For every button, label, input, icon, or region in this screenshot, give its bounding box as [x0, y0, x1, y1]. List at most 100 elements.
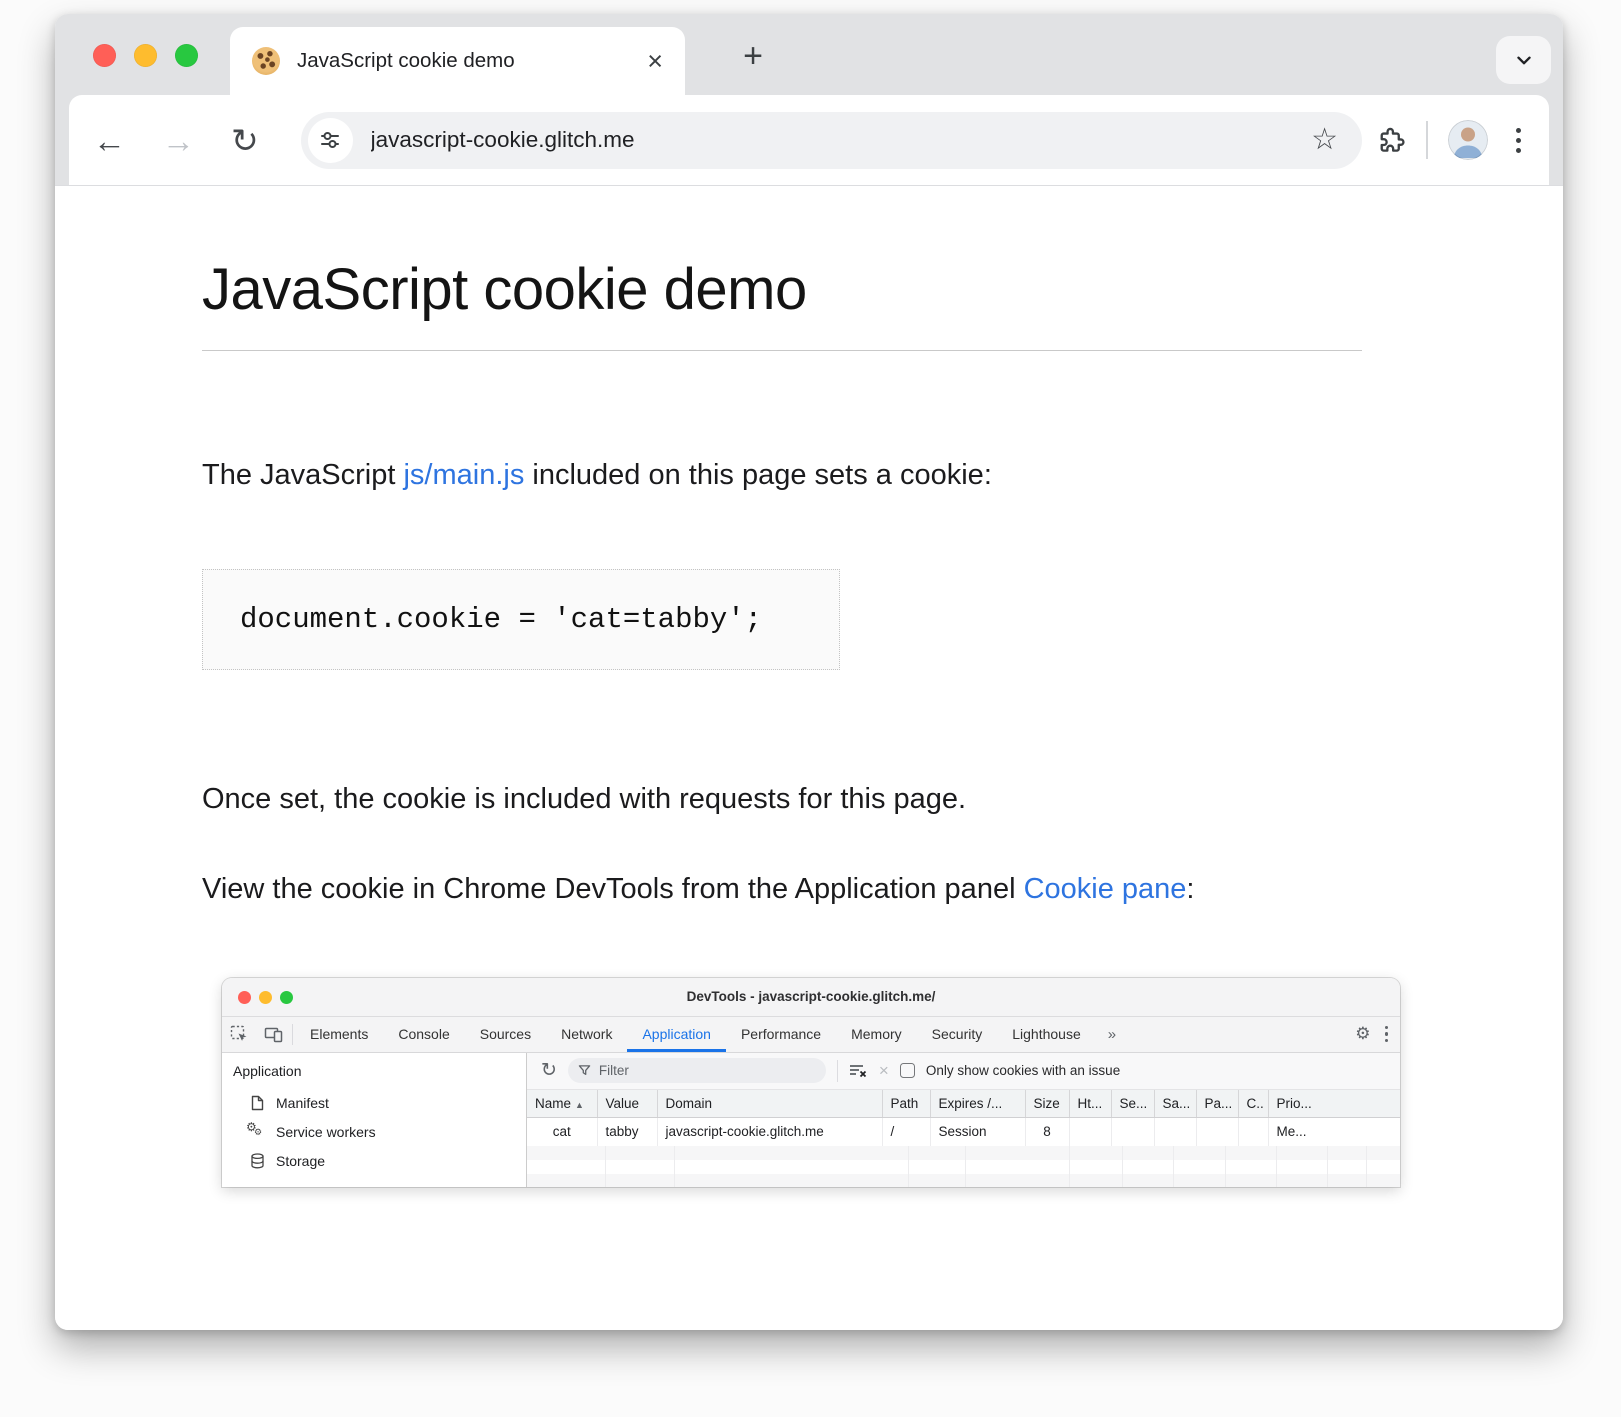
application-sidebar: Application Manifest ⚙ ⚙	[222, 1053, 527, 1187]
col-samesite[interactable]: Sa...	[1154, 1090, 1196, 1118]
device-toolbar-button[interactable]	[256, 1017, 290, 1052]
devtools-tab-security[interactable]: Security	[917, 1017, 998, 1052]
sidebar-item-label: Service workers	[276, 1124, 376, 1140]
cookie-row[interactable]: cat tabby javascript-cookie.glitch.me / …	[527, 1117, 1400, 1146]
storage-database-icon	[248, 1153, 266, 1169]
paragraph-view-cookie: View the cookie in Chrome DevTools from …	[202, 864, 1202, 916]
col-expires[interactable]: Expires /...	[930, 1090, 1025, 1118]
sidebar-item-label: Storage	[276, 1153, 325, 1169]
col-secure[interactable]: Se...	[1111, 1090, 1154, 1118]
browser-tab[interactable]: JavaScript cookie demo ×	[230, 27, 685, 95]
cell-samesite[interactable]	[1154, 1117, 1196, 1146]
only-issue-label: Only show cookies with an issue	[926, 1063, 1120, 1078]
tab-search-button[interactable]	[1496, 36, 1551, 84]
col-priority[interactable]: Prio...	[1268, 1090, 1400, 1118]
empty-table-stripe	[527, 1146, 1400, 1160]
devtools-tab-console[interactable]: Console	[383, 1017, 464, 1052]
paragraph-text: :	[1186, 873, 1194, 905]
devtools-menu-button[interactable]	[1379, 1017, 1401, 1052]
address-bar[interactable]: javascript-cookie.glitch.me ☆	[301, 112, 1362, 169]
cell-partition[interactable]	[1196, 1117, 1238, 1146]
sidebar-item-storage[interactable]: Storage	[222, 1147, 526, 1176]
toolbar-right	[1378, 120, 1525, 160]
paragraph-text: View the cookie in Chrome DevTools from …	[202, 873, 1024, 905]
zoom-window-button[interactable]	[175, 44, 198, 67]
sidebar-item-manifest[interactable]: Manifest	[222, 1089, 526, 1118]
devtools-tab-performance[interactable]: Performance	[726, 1017, 836, 1052]
col-name[interactable]: Name▲	[527, 1090, 597, 1118]
col-domain[interactable]: Domain	[657, 1090, 882, 1118]
col-partition[interactable]: Pa...	[1196, 1090, 1238, 1118]
close-window-button[interactable]	[93, 44, 116, 67]
col-path[interactable]: Path	[882, 1090, 930, 1118]
cell-httponly[interactable]	[1069, 1117, 1111, 1146]
tune-icon	[318, 128, 342, 152]
cookies-table: Name▲ Value Domain Path Expires /... Siz…	[527, 1090, 1400, 1146]
cell-expires[interactable]: Session	[930, 1117, 1025, 1146]
devtools-minimize-button	[259, 991, 272, 1004]
extensions-puzzle-icon[interactable]	[1378, 126, 1406, 154]
cell-secure[interactable]	[1111, 1117, 1154, 1146]
sidebar-item-service-workers[interactable]: ⚙ ⚙ Service workers	[222, 1118, 526, 1147]
reload-button[interactable]: ↻	[231, 124, 259, 157]
toolbar-band: ← → ↻ javascript-cookie.glitch.me ☆	[55, 95, 1563, 185]
inspect-cursor-icon	[230, 1025, 248, 1043]
col-httponly[interactable]: Ht...	[1069, 1090, 1111, 1118]
devtools-tab-lighthouse[interactable]: Lighthouse	[997, 1017, 1096, 1052]
devtools-window-controls	[238, 991, 293, 1004]
tab-title: JavaScript cookie demo	[297, 49, 639, 73]
bookmark-star-icon[interactable]: ☆	[1311, 125, 1338, 155]
col-value[interactable]: Value	[597, 1090, 657, 1118]
devtools-zoom-button	[280, 991, 293, 1004]
devtools-tab-memory[interactable]: Memory	[836, 1017, 917, 1052]
cell-c[interactable]	[1238, 1117, 1268, 1146]
back-button[interactable]: ←	[93, 124, 126, 157]
empty-table-stripe	[527, 1174, 1400, 1187]
cell-path[interactable]: /	[882, 1117, 930, 1146]
devtools-settings-gear-icon[interactable]: ⚙	[1347, 1017, 1378, 1052]
url-text[interactable]: javascript-cookie.glitch.me	[371, 127, 1311, 153]
more-tabs-button[interactable]: »	[1096, 1017, 1128, 1052]
col-size[interactable]: Size	[1025, 1090, 1069, 1118]
cell-size[interactable]: 8	[1025, 1117, 1069, 1146]
cell-domain[interactable]: javascript-cookie.glitch.me	[657, 1117, 882, 1146]
cell-value[interactable]: tabby	[597, 1117, 657, 1146]
devtools-close-button	[238, 991, 251, 1004]
new-tab-button[interactable]: +	[727, 30, 779, 82]
cookie-pane-link[interactable]: Cookie pane	[1024, 873, 1187, 905]
code-block: document.cookie = 'cat=tabby';	[202, 569, 840, 670]
devtools-tab-elements[interactable]: Elements	[295, 1017, 383, 1052]
chevron-down-icon	[1513, 49, 1535, 71]
minimize-window-button[interactable]	[134, 44, 157, 67]
devtools-tab-network[interactable]: Network	[546, 1017, 627, 1052]
browser-toolbar: ← → ↻ javascript-cookie.glitch.me ☆	[69, 95, 1549, 185]
table-header-row: Name▲ Value Domain Path Expires /... Siz…	[527, 1090, 1400, 1118]
device-toolbar-icon	[264, 1025, 283, 1043]
col-c[interactable]: C..	[1238, 1090, 1268, 1118]
forward-button[interactable]: →	[162, 124, 195, 157]
browser-menu-button[interactable]	[1512, 124, 1525, 157]
devtools-window-title: DevTools - javascript-cookie.glitch.me/	[687, 989, 936, 1004]
paragraph-once-set: Once set, the cookie is included with re…	[202, 783, 1368, 816]
cookie-filter-input[interactable]: Filter	[568, 1058, 826, 1083]
cookie-favicon-icon	[252, 47, 280, 75]
profile-avatar[interactable]	[1448, 120, 1488, 160]
page-title: JavaScript cookie demo	[202, 256, 1368, 323]
clear-all-cookies-icon[interactable]	[849, 1063, 868, 1079]
filter-placeholder: Filter	[599, 1063, 629, 1078]
devtools-tab-application[interactable]: Application	[627, 1017, 726, 1052]
devtools-tab-sources[interactable]: Sources	[465, 1017, 546, 1052]
delete-selected-icon[interactable]: ×	[879, 1062, 889, 1079]
cell-priority[interactable]: Me...	[1268, 1117, 1400, 1146]
close-tab-icon[interactable]: ×	[647, 48, 663, 75]
devtools-tabbar: Elements Console Sources Network Applica…	[222, 1017, 1400, 1053]
cell-name[interactable]: cat	[527, 1117, 597, 1146]
cookies-toolbar: ↻ Filter	[527, 1053, 1400, 1090]
refresh-cookies-icon[interactable]: ↻	[541, 1061, 557, 1080]
site-settings-button[interactable]	[308, 118, 353, 163]
only-issue-checkbox[interactable]	[900, 1063, 915, 1078]
inspect-element-button[interactable]	[222, 1017, 256, 1052]
paragraph-text: The JavaScript	[202, 459, 403, 491]
sidebar-item-label: Manifest	[276, 1095, 329, 1111]
main-js-link[interactable]: js/main.js	[403, 459, 524, 491]
